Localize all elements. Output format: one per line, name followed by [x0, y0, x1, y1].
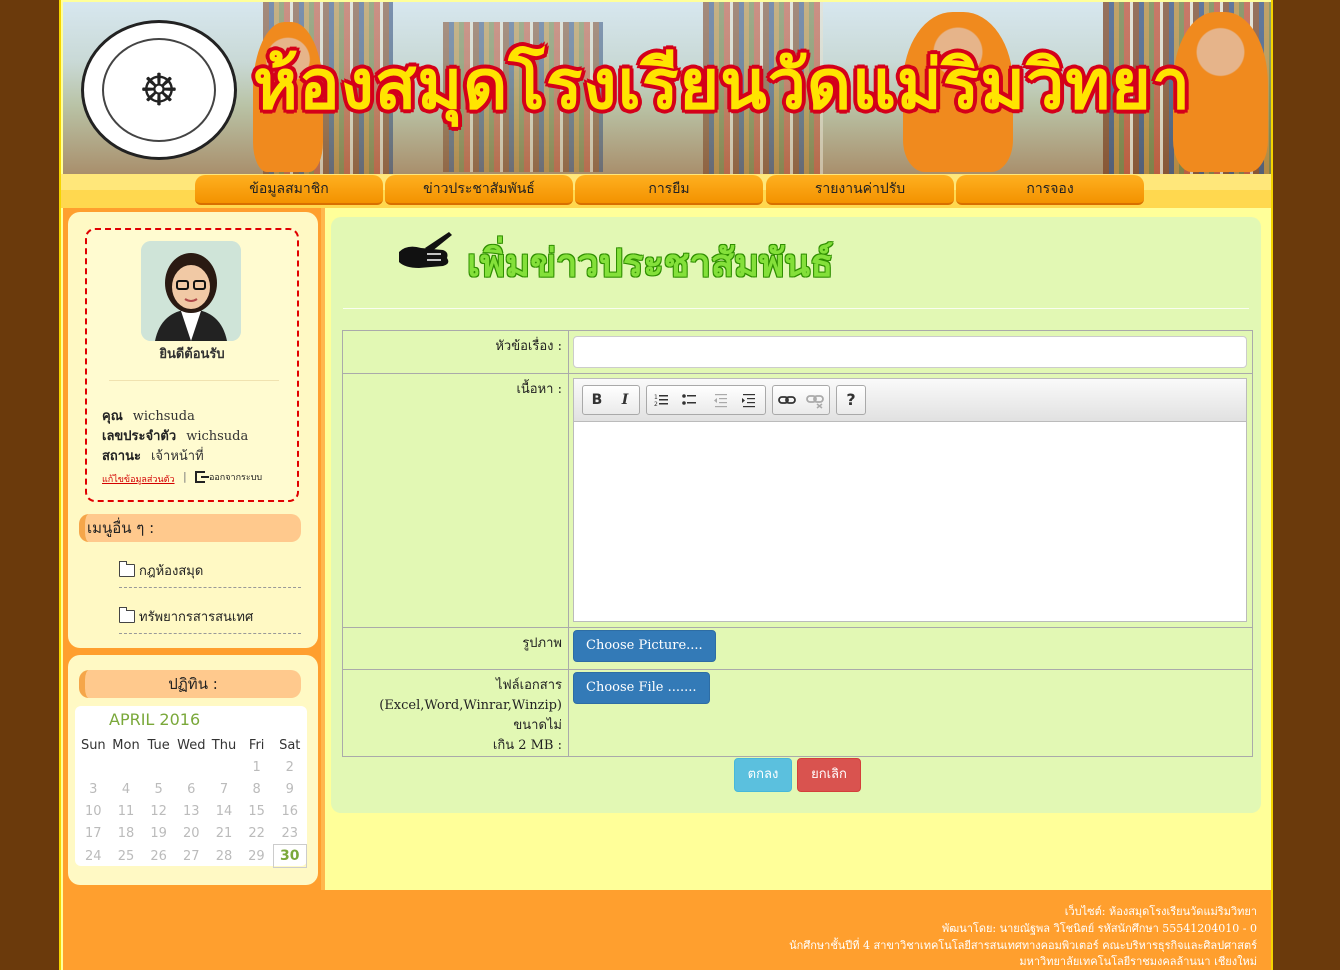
school-logo: ☸	[81, 20, 237, 160]
calendar-day	[142, 756, 175, 778]
file-label: ไฟล์เอกสาร (Excel,Word,Winrar,Winzip) ขน…	[342, 669, 569, 757]
member-id: เลขประจำตัว wichsuda	[102, 429, 249, 444]
logout-icon	[195, 471, 209, 483]
calendar-day: 5	[154, 781, 163, 797]
nav-member-info[interactable]: ข้อมูลสมาชิก	[195, 175, 383, 205]
day-header: Mon	[112, 737, 140, 753]
svg-text:1: 1	[654, 394, 658, 401]
day-header: Sat	[279, 737, 301, 753]
other-menu-heading: เมนูอื่น ๆ :	[79, 514, 301, 542]
cancel-button[interactable]: ยกเลิก	[797, 758, 861, 792]
calendar-day: 9	[285, 781, 294, 797]
bold-button[interactable]: B	[583, 386, 611, 414]
outdent-icon[interactable]	[707, 386, 735, 414]
page-container: ☸ ห้องสมุดโรงเรียนวัดแม่ริมวิทยา ข้อมูลส…	[59, 0, 1273, 970]
calendar-day: 14	[215, 803, 233, 819]
day-header: Fri	[248, 737, 265, 753]
content-label: เนื้อหา :	[342, 373, 569, 628]
day-header: Sun	[80, 737, 106, 753]
avatar	[141, 241, 241, 341]
calendar-day: 27	[183, 848, 200, 864]
calendar-day: 24	[85, 848, 102, 864]
calendar-day: 3	[89, 781, 98, 797]
nav-news[interactable]: ข่าวประชาสัมพันธ์	[385, 175, 573, 205]
news-form: หัวข้อเรื่อง : เนื้อหา : B I 12 ? รูปภาพ…	[342, 330, 1253, 757]
choose-picture-button[interactable]: Choose Picture....	[573, 630, 716, 662]
member-status: สถานะ เจ้าหน้าที่	[102, 449, 204, 464]
nav-reservation[interactable]: การจอง	[956, 175, 1144, 205]
calendar-day	[110, 756, 143, 778]
calendar-day: 15	[248, 803, 265, 819]
calendar-day: 20	[183, 825, 200, 841]
day-header: Thu	[211, 737, 237, 753]
header-banner: ☸ ห้องสมุดโรงเรียนวัดแม่ริมวิทยา	[63, 2, 1271, 174]
calendar-day: 21	[215, 825, 233, 841]
calendar-day: 8	[252, 781, 261, 797]
calendar-day: 17	[85, 825, 102, 841]
day-header: Wed	[177, 737, 206, 753]
calendar-today: 30	[272, 844, 308, 868]
calendar-widget: APRIL 2016 Sun Mon Tue Wed Thu Fri Sat 1…	[75, 706, 308, 868]
editor-content-area[interactable]	[574, 422, 1246, 621]
bullet-list-icon[interactable]	[675, 386, 703, 414]
calendar-day: 11	[117, 803, 135, 819]
nav-borrow[interactable]: การยืม	[575, 175, 763, 205]
calendar-day: 7	[219, 781, 229, 797]
indent-icon[interactable]	[735, 386, 763, 414]
day-header: Tue	[147, 737, 170, 753]
rich-text-editor: B I 12 ?	[573, 378, 1247, 622]
footer-developer: พัฒนาโดย: นายณัฐพล วิโชนิตย์ รหัสนักศึกษ…	[942, 922, 1257, 935]
footer: เว็บไซต์: ห้องสมุดโรงเรียนวัดแม่ริมวิทยา…	[63, 890, 1271, 970]
edit-profile-link[interactable]: แก้ไขข้อมูลส่วนตัว	[102, 472, 175, 486]
calendar-day: 12	[150, 803, 167, 819]
site-title: ห้องสมุดโรงเรียนวัดแม่ริมวิทยา	[253, 46, 1192, 125]
calendar-day: 19	[150, 825, 167, 841]
calendar-day	[77, 756, 110, 778]
folder-icon	[119, 607, 135, 623]
calendar-day: 22	[248, 825, 265, 841]
calendar-day: 23	[281, 825, 299, 841]
nav-fine-report[interactable]: รายงานค่าปรับ	[766, 175, 954, 205]
link-separator: |	[183, 470, 187, 483]
subject-label: หัวข้อเรื่อง :	[342, 330, 569, 374]
calendar-day: 26	[150, 848, 167, 864]
calendar-day: 13	[183, 803, 200, 819]
editor-toolbar: B I 12 ?	[574, 379, 1246, 422]
calendar-day: 4	[121, 781, 131, 797]
calendar-day: 1	[252, 759, 261, 775]
folder-icon	[119, 561, 135, 577]
calendar-month: APRIL 2016	[109, 710, 201, 729]
italic-button[interactable]: I	[611, 386, 639, 414]
calendar-day: 10	[85, 803, 102, 819]
menu-item-information-resources[interactable]: ทรัพยากรสารสนเทศ	[119, 605, 301, 634]
calendar-day: 29	[248, 848, 265, 864]
welcome-text: ยินดีต้อนรับ	[159, 347, 225, 362]
calendar-day: 18	[117, 825, 135, 841]
footer-website: เว็บไซต์: ห้องสมุดโรงเรียนวัดแม่ริมวิทยา	[1064, 905, 1257, 918]
subject-input[interactable]	[573, 336, 1247, 368]
svg-text:2: 2	[654, 401, 658, 408]
calendar-day	[208, 756, 241, 778]
calendar-day: 25	[117, 848, 135, 864]
choose-file-button[interactable]: Choose File .......	[573, 672, 710, 704]
help-button[interactable]: ?	[837, 386, 865, 414]
logout-link[interactable]: ออกจากระบบ	[195, 470, 262, 484]
unlink-icon[interactable]	[801, 386, 829, 414]
calendar-day: 28	[215, 848, 233, 864]
link-icon[interactable]	[773, 386, 801, 414]
calendar-day: 6	[187, 781, 196, 797]
picture-label: รูปภาพ	[342, 627, 569, 670]
calendar-day	[175, 756, 208, 778]
numbered-list-icon[interactable]: 12	[647, 386, 675, 414]
footer-university: มหาวิทยาลัยเทคโนโลยีราชมงคลล้านนา เชียงใ…	[1019, 955, 1257, 968]
calendar-day: 16	[281, 803, 299, 819]
calendar-heading: ปฏิทิน :	[79, 670, 301, 698]
member-name: คุณ wichsuda	[102, 409, 195, 424]
menu-item-library-rules[interactable]: กฎห้องสมุด	[119, 559, 301, 588]
page-title: เพิ่มข่าวประชาสัมพันธ์	[467, 241, 834, 285]
calendar-day: 2	[285, 759, 294, 775]
submit-button[interactable]: ตกลง	[734, 758, 792, 792]
writing-hand-icon	[397, 230, 455, 280]
